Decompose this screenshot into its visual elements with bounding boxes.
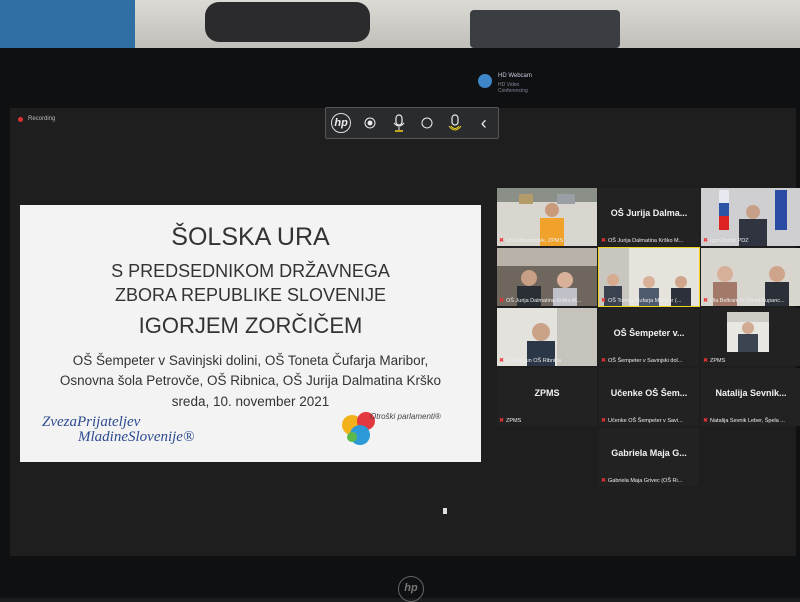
- participant-name-large: Učenke OŠ Šem...: [610, 388, 688, 398]
- participant-caption: ✖ Luka Kljun OŠ Ribnica: [499, 357, 595, 365]
- shared-slide: ŠOLSKA URA S PREDSEDNIKOM DRŽAVNEGA ZBOR…: [20, 205, 481, 462]
- participant-tile[interactable]: ✖ Uroš Brezovšek, ZPMS: [497, 188, 597, 246]
- recording-dot-icon: [18, 116, 23, 122]
- participant-label: Natalija Sevnik Leber, Špela ...: [710, 417, 785, 424]
- webcam-sub: HD Video Conferencing: [498, 82, 528, 94]
- hp-logo-icon[interactable]: hp: [331, 113, 352, 133]
- participant-tile[interactable]: ✖ Igor Zorčič PDZ: [701, 188, 800, 246]
- participant-caption: ✖ Natalija Sevnik Leber, Špela ...: [703, 417, 799, 425]
- muted-mic-icon: ✖: [703, 358, 709, 364]
- muted-mic-icon: ✖: [703, 298, 709, 304]
- muted-mic-icon: ✖: [499, 298, 505, 304]
- muted-mic-icon: ✖: [601, 238, 607, 244]
- zpms-logo-line-1: ZvezaPrijateljev: [42, 414, 141, 430]
- participant-tile[interactable]: OŠ Šempeter v... ✖ OŠ Šempeter v Savinjsk…: [599, 308, 699, 366]
- participant-caption: ✖ OŠ Jurija Dalmatina Krško M...: [499, 297, 595, 305]
- muted-mic-icon: ✖: [499, 358, 505, 364]
- participant-label: Ula Beltram in David Zupanc...: [710, 297, 785, 304]
- participant-label: OŠ Šempeter v Savinjski dol...: [608, 357, 683, 364]
- recording-label: Recording: [28, 116, 56, 122]
- microphone-array-icon[interactable]: [446, 114, 464, 132]
- participant-tile[interactable]: ✖ Luka Kljun OŠ Ribnica: [497, 308, 597, 366]
- muted-mic-icon: ✖: [601, 358, 607, 364]
- participant-caption: ✖ Ula Beltram in David Zupanc...: [703, 297, 799, 305]
- webcam-icon: [478, 74, 492, 88]
- participant-label: Igor Zorčič PDZ: [710, 237, 749, 244]
- slide-guest-name: IGORJEM ZORČIČEM: [138, 313, 363, 338]
- zpms-logo: ZvezaPrijateljev MladineSlovenije®: [42, 415, 222, 445]
- participant-label: Učenke OŠ Šempeter v Savi...: [608, 417, 683, 424]
- participant-tile[interactable]: Učenke OŠ Šem... ✖ Učenke OŠ Šempeter v S…: [599, 368, 699, 426]
- otroski-parlamenti-label: Otroški parlamenti®: [370, 412, 441, 421]
- muted-mic-icon: ✖: [601, 298, 607, 304]
- participant-tile-active-speaker[interactable]: ✖ OŠ Toneta Čufarja Maribor (...: [598, 247, 700, 307]
- participant-label: OŠ Jurija Dalmatina Krško M...: [608, 237, 684, 244]
- microphone-icon[interactable]: [390, 114, 408, 132]
- radio-on-icon[interactable]: [361, 114, 379, 132]
- participant-tile[interactable]: ✖ ZPMS: [701, 308, 800, 366]
- webcam-name: HD Webcam: [498, 73, 532, 79]
- webcam-indicator: HD Webcam HD Video Conferencing: [470, 70, 550, 94]
- participant-name-large: OŠ Šempeter v...: [613, 328, 685, 338]
- muted-mic-icon: ✖: [601, 418, 607, 424]
- radio-speaker: [205, 2, 370, 42]
- slide-title: ŠOLSKA URA: [171, 223, 330, 251]
- recording-indicator: Recording: [18, 116, 55, 122]
- participant-caption: ✖ Gabriela Maja Grivec (OŠ Ri...: [601, 477, 697, 485]
- hp-bezel-logo-icon: hp: [398, 576, 424, 602]
- participant-name-large: ZPMS: [534, 388, 560, 398]
- muted-mic-icon: ✖: [601, 478, 607, 484]
- participant-tile[interactable]: OŠ Jurija Dalma... ✖ OŠ Jurija Dalmatina …: [599, 188, 699, 246]
- shelf-item: [470, 10, 620, 48]
- slide-schools-1: OŠ Šempeter v Savinjski dolini, OŠ Tonet…: [72, 353, 429, 368]
- participant-label: OŠ Jurija Dalmatina Krško M...: [506, 297, 582, 304]
- participant-caption: ✖ Uroš Brezovšek, ZPMS: [499, 237, 595, 245]
- zpms-logo-line-2: MladineSlovenije®: [78, 429, 195, 445]
- slide-schools-2: Osnovna šola Petrovče, OŠ Ribnica, OŠ Ju…: [59, 373, 442, 388]
- participant-label: OŠ Toneta Čufarja Maribor (...: [608, 297, 682, 304]
- participant-name-large: OŠ Jurija Dalma...: [610, 208, 688, 218]
- muted-mic-icon: ✖: [499, 418, 505, 424]
- blue-box: [0, 0, 135, 48]
- participant-tile[interactable]: ✖ OŠ Jurija Dalmatina Krško M...: [497, 248, 597, 306]
- radio-off-icon[interactable]: [418, 114, 436, 132]
- muted-mic-icon: ✖: [499, 238, 505, 244]
- camera-toolbar: hp ‹: [325, 107, 499, 139]
- participant-caption: ✖ ZPMS: [703, 357, 799, 365]
- participant-label: Luka Kljun OŠ Ribnica: [506, 357, 562, 364]
- participant-caption: ✖ OŠ Šempeter v Savinjski dol...: [601, 357, 697, 365]
- participant-tile[interactable]: Natalija Sevnik... ✖ Natalija Sevnik Lebe…: [701, 368, 800, 426]
- slide-subtitle-1: S PREDSEDNIKOM DRŽAVNEGA: [111, 261, 390, 281]
- mouse-cursor-icon: [443, 508, 447, 514]
- participant-caption: ✖ ZPMS: [499, 417, 595, 425]
- participant-tile[interactable]: ZPMS ✖ ZPMS: [497, 368, 597, 426]
- participant-tile[interactable]: ✖ Ula Beltram in David Zupanc...: [701, 248, 800, 306]
- muted-mic-icon: ✖: [703, 418, 709, 424]
- participant-caption: ✖ OŠ Jurija Dalmatina Krško M...: [601, 237, 697, 245]
- muted-mic-icon: ✖: [703, 238, 709, 244]
- participant-caption: ✖ Igor Zorčič PDZ: [703, 237, 799, 245]
- participant-name-large: Gabriela Maja G...: [611, 448, 687, 458]
- participant-label: Uroš Brezovšek, ZPMS: [506, 237, 564, 244]
- collapse-chevron-icon[interactable]: ‹: [475, 113, 493, 133]
- participant-name-large: Natalija Sevnik...: [715, 388, 787, 398]
- participant-caption: ✖ OŠ Toneta Čufarja Maribor (...: [601, 297, 697, 305]
- slide-date: sreda, 10. november 2021: [171, 394, 330, 409]
- participant-caption: ✖ Učenke OŠ Šempeter v Savi...: [601, 417, 697, 425]
- participant-label: ZPMS: [710, 357, 726, 364]
- participant-label: ZPMS: [506, 417, 522, 424]
- participant-label: Gabriela Maja Grivec (OŠ Ri...: [608, 477, 683, 484]
- slide-subtitle-2: ZBORA REPUBLIKE SLOVENIJE: [114, 285, 387, 305]
- participant-tile[interactable]: Gabriela Maja G... ✖ Gabriela Maja Grivec…: [599, 428, 699, 486]
